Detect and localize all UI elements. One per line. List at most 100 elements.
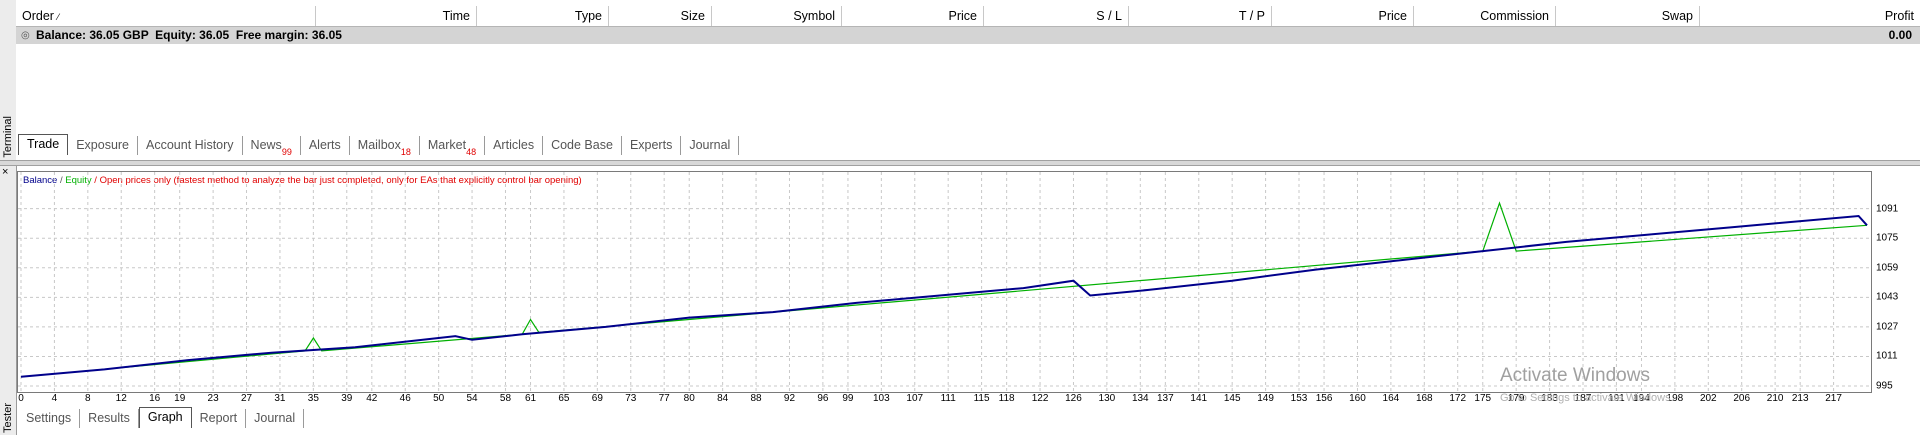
tab-trade[interactable]: Trade xyxy=(18,134,69,155)
x-tick-label: 77 xyxy=(658,393,670,404)
tab-graph[interactable]: Graph xyxy=(138,407,192,428)
x-tick-label: 141 xyxy=(1190,393,1208,404)
tab-label: News xyxy=(250,138,282,152)
y-axis-labels: 995 1011 1027 1043 1059 1075 1091 xyxy=(1872,171,1920,393)
tab-account-history[interactable]: Account History xyxy=(138,136,243,155)
column-header-close-price[interactable]: Price xyxy=(1272,6,1414,26)
x-tick-label: 115 xyxy=(973,393,990,404)
column-header-tp[interactable]: T / P xyxy=(1129,6,1272,26)
x-tick-label: 31 xyxy=(274,393,286,404)
column-header-commission[interactable]: Commission xyxy=(1414,6,1556,26)
column-header-profit[interactable]: Profit xyxy=(1700,6,1920,26)
x-tick-label: 50 xyxy=(433,393,445,404)
tab-mailbox[interactable]: Mailbox18 xyxy=(350,136,420,157)
tab-label: Exposure xyxy=(76,138,130,152)
balance-profit-value: 0.00 xyxy=(1888,28,1912,42)
x-tick-label: 8 xyxy=(85,393,91,404)
panel-splitter[interactable] xyxy=(0,160,1920,166)
x-tick-label: 126 xyxy=(1065,393,1082,404)
tab-label: Articles xyxy=(493,138,535,152)
x-tick-label: 172 xyxy=(1449,393,1467,404)
x-tick-label: 35 xyxy=(307,393,319,404)
tester-side-label: Tester xyxy=(2,403,14,433)
tab-news[interactable]: News99 xyxy=(243,136,301,157)
x-tick-label: 103 xyxy=(873,393,890,404)
x-tick-label: 149 xyxy=(1257,393,1274,404)
balance-equity-chart xyxy=(18,172,1871,392)
tab-report[interactable]: Report xyxy=(192,409,247,428)
column-header-symbol[interactable]: Symbol xyxy=(712,6,842,26)
tab-journal[interactable]: Journal xyxy=(681,136,740,155)
x-tick-label: 168 xyxy=(1415,393,1433,404)
x-tick-label: 107 xyxy=(906,393,924,404)
column-header-swap[interactable]: Swap xyxy=(1556,6,1700,26)
tab-label: Trade xyxy=(27,137,60,151)
tab-label: Experts xyxy=(629,138,673,152)
x-tick-label: 96 xyxy=(817,393,829,404)
x-tick-label: 175 xyxy=(1474,393,1492,404)
x-tick-label: 160 xyxy=(1349,393,1366,404)
y-tick-label: 1059 xyxy=(1876,262,1899,274)
tab-journal[interactable]: Journal xyxy=(246,409,305,428)
tab-exposure[interactable]: Exposure xyxy=(68,136,139,155)
x-tick-label: 99 xyxy=(842,393,854,404)
balance-summary-text: Balance: 36.05 GBP Equity: 36.05 Free ma… xyxy=(36,28,342,42)
column-header-price[interactable]: Price xyxy=(842,6,984,26)
y-tick-label: 1043 xyxy=(1876,291,1899,303)
column-header-time[interactable]: Time xyxy=(316,6,477,26)
tab-market[interactable]: Market48 xyxy=(420,136,486,157)
tab-badge: 48 xyxy=(466,146,477,157)
x-tick-label: 164 xyxy=(1382,393,1400,404)
y-tick-label: 1011 xyxy=(1876,350,1898,362)
x-tick-label: 4 xyxy=(51,393,58,404)
x-tick-label: 213 xyxy=(1791,393,1809,404)
tab-badge: 99 xyxy=(281,146,292,157)
x-tick-label: 23 xyxy=(207,393,219,404)
column-header-size[interactable]: Size xyxy=(609,6,712,26)
x-tick-label: 61 xyxy=(524,393,537,404)
tab-articles[interactable]: Articles xyxy=(485,136,544,155)
x-tick-label: 80 xyxy=(683,393,695,404)
close-icon[interactable]: × xyxy=(2,166,8,178)
tab-label: Account History xyxy=(146,138,234,152)
x-tick-label: 58 xyxy=(499,393,512,404)
y-tick-label: 1075 xyxy=(1876,232,1899,244)
tab-label: Mailbox xyxy=(357,138,401,152)
x-tick-label: 130 xyxy=(1098,393,1116,404)
tester-tab-bar: Settings Results Graph Report Journal xyxy=(18,407,305,428)
tab-code-base[interactable]: Code Base xyxy=(543,136,622,155)
tab-results[interactable]: Results xyxy=(80,409,139,428)
tab-label: Market xyxy=(427,138,467,152)
column-header-order[interactable]: Order ⁄ xyxy=(16,6,316,26)
x-tick-label: 88 xyxy=(750,393,762,404)
x-tick-label: 39 xyxy=(341,393,353,404)
x-tick-label: 153 xyxy=(1290,393,1308,404)
x-tick-label: 46 xyxy=(399,393,411,404)
x-tick-label: 54 xyxy=(466,393,478,404)
column-header-sl[interactable]: S / L xyxy=(984,6,1129,26)
tab-label: Journal xyxy=(689,138,731,152)
x-tick-label: 210 xyxy=(1766,393,1784,404)
column-header-type[interactable]: Type xyxy=(477,6,609,26)
series-line-balance xyxy=(20,214,1868,378)
x-tick-label: 27 xyxy=(240,393,253,404)
x-tick-label: 156 xyxy=(1315,393,1333,404)
x-tick-label: 12 xyxy=(115,393,127,404)
activate-windows-subtitle: Go to Settings to activate Windows. xyxy=(1500,392,1674,404)
terminal-side-label: Terminal xyxy=(2,116,14,158)
y-tick-label: 995 xyxy=(1876,380,1893,392)
tab-badge: 18 xyxy=(400,146,411,157)
x-tick-label: 42 xyxy=(366,393,378,404)
activate-windows-title: Activate Windows xyxy=(1500,365,1650,386)
x-tick-label: 73 xyxy=(625,393,637,404)
tester-graph: Balance / Equity / Open prices only (fas… xyxy=(17,171,1872,393)
y-tick-label: 1091 xyxy=(1876,203,1899,215)
x-tick-label: 0 xyxy=(18,393,24,404)
x-tick-label: 206 xyxy=(1733,393,1751,404)
tab-alerts[interactable]: Alerts xyxy=(301,136,350,155)
tab-settings[interactable]: Settings xyxy=(18,409,81,428)
tab-experts[interactable]: Experts xyxy=(622,136,682,155)
balance-row-icon: ◎ xyxy=(21,30,30,41)
balance-summary-row[interactable]: ◎ Balance: 36.05 GBP Equity: 36.05 Free … xyxy=(16,27,1920,44)
y-tick-label: 1027 xyxy=(1876,321,1899,333)
